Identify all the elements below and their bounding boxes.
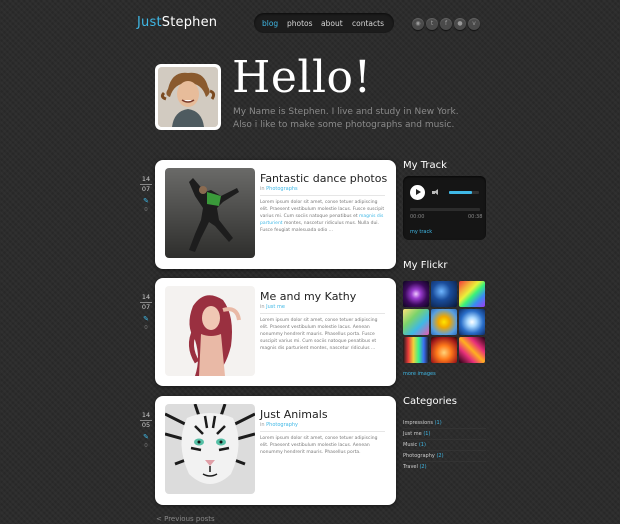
categories-heading: Categories bbox=[403, 396, 457, 407]
post-excerpt-text: Lorem ipsum dolor sit amet, conse tetuer… bbox=[260, 318, 378, 351]
volume-icon[interactable] bbox=[432, 189, 442, 196]
category-item-photography[interactable]: Photography (2) bbox=[403, 453, 444, 459]
post-divider bbox=[260, 195, 385, 196]
post-image-kathy[interactable] bbox=[165, 286, 255, 376]
track-time-current: 00:00 bbox=[410, 214, 425, 220]
category-name: Music bbox=[403, 442, 418, 448]
play-button[interactable] bbox=[410, 185, 425, 200]
more-images-link[interactable]: more images bbox=[403, 371, 436, 377]
nav-item-photos[interactable]: photos bbox=[287, 19, 313, 28]
post-category-link[interactable]: Just me bbox=[266, 304, 285, 310]
category-count: (1) bbox=[423, 431, 431, 437]
hero-intro-line-2: Also i like to make some photographs and… bbox=[233, 120, 455, 130]
category-divider bbox=[403, 461, 486, 462]
comments-icon[interactable]: ✎ bbox=[141, 315, 151, 323]
vimeo-icon[interactable]: v bbox=[468, 18, 480, 30]
my-flickr-heading: My Flickr bbox=[403, 260, 448, 271]
flickr-thumb-yellow-flower[interactable] bbox=[431, 309, 457, 335]
hero-intro-line-1: My Name is Stephen. I live and study in … bbox=[233, 107, 459, 117]
flickr-thumb-light-trails[interactable] bbox=[459, 337, 485, 363]
category-name: Photography bbox=[403, 453, 435, 459]
post-excerpt: Lorem ipsum dolor sit amet, conse tetuer… bbox=[260, 200, 385, 235]
category-count: (1) bbox=[418, 442, 426, 448]
main-nav: blog photos about contacts bbox=[254, 13, 394, 33]
category-item-impressions[interactable]: Impressions (1) bbox=[403, 420, 442, 426]
category-item-travel[interactable]: Travel (2) bbox=[403, 464, 427, 470]
seek-bar[interactable] bbox=[410, 208, 480, 211]
category-count: (2) bbox=[436, 453, 444, 459]
category-item-just-me[interactable]: Just me (1) bbox=[403, 431, 430, 437]
flickr-icon[interactable]: ● bbox=[454, 18, 466, 30]
post-category: in Photography bbox=[260, 422, 298, 428]
comments-count: 0 bbox=[144, 325, 148, 331]
comments-count: 0 bbox=[144, 207, 148, 213]
post-title[interactable]: Just Animals bbox=[260, 408, 328, 421]
nav-item-about[interactable]: about bbox=[321, 19, 343, 28]
post-card: Me and my Kathy in Just me Lorem ipsum d… bbox=[155, 278, 396, 386]
previous-posts-link[interactable]: < Previous posts bbox=[156, 515, 215, 523]
flickr-thumb-blue-swirl[interactable] bbox=[459, 309, 485, 335]
flickr-thumb-rainbow-wave[interactable] bbox=[403, 337, 429, 363]
post-divider bbox=[260, 431, 385, 432]
volume-level bbox=[449, 191, 472, 194]
post-title[interactable]: Fantastic dance photos bbox=[260, 172, 387, 185]
nav-item-blog[interactable]: blog bbox=[262, 19, 278, 28]
post-date-day: 14 bbox=[141, 175, 151, 183]
site-logo[interactable]: JustStephen bbox=[137, 15, 217, 30]
post-category: in Just me bbox=[260, 304, 285, 310]
post-divider bbox=[260, 313, 385, 314]
volume-slider[interactable] bbox=[449, 191, 479, 194]
logo-part-just: Just bbox=[137, 15, 162, 30]
post-excerpt: Lorem ipsum dolor sit amet, conse tetuer… bbox=[260, 436, 385, 457]
category-divider bbox=[403, 428, 486, 429]
category-count: (2) bbox=[419, 464, 427, 470]
category-item-music[interactable]: Music (1) bbox=[403, 442, 426, 448]
post-excerpt-text: Lorem ipsum dolor sit amet, conse tetuer… bbox=[260, 436, 378, 455]
category-name: Impressions bbox=[403, 420, 433, 426]
nav-item-contacts[interactable]: contacts bbox=[352, 19, 384, 28]
post-date-month: 05 bbox=[141, 421, 151, 430]
post-date-day: 14 bbox=[141, 293, 151, 301]
track-time-total: 00:38 bbox=[468, 214, 483, 220]
category-divider bbox=[403, 439, 486, 440]
my-track-heading: My Track bbox=[403, 160, 447, 171]
hero-title: Hello! bbox=[232, 52, 372, 103]
category-name: Travel bbox=[403, 464, 418, 470]
post-image-tiger[interactable] bbox=[165, 404, 255, 494]
post-date: 14 07 bbox=[140, 293, 152, 312]
comments-count: 0 bbox=[144, 443, 148, 449]
facebook-icon[interactable]: f bbox=[440, 18, 452, 30]
rss-icon[interactable]: ◉ bbox=[412, 18, 424, 30]
flickr-thumb-orange-glow[interactable] bbox=[431, 337, 457, 363]
post-category-link[interactable]: Photographs bbox=[266, 186, 298, 192]
post-title[interactable]: Me and my Kathy bbox=[260, 290, 356, 303]
comments-icon[interactable]: ✎ bbox=[141, 433, 151, 441]
flickr-thumb-blue-space[interactable] bbox=[431, 281, 457, 307]
audio-player: 00:00 00:38 my track bbox=[403, 176, 486, 240]
post-date: 14 07 bbox=[140, 175, 152, 194]
comments-icon[interactable]: ✎ bbox=[141, 197, 151, 205]
flickr-thumb-rainbow-rays[interactable] bbox=[459, 281, 485, 307]
post-date: 14 05 bbox=[140, 411, 152, 430]
category-name: Just me bbox=[403, 431, 422, 437]
post-date-day: 14 bbox=[141, 411, 151, 419]
author-avatar bbox=[155, 64, 221, 130]
post-date-month: 07 bbox=[141, 303, 151, 312]
post-image-dancer[interactable] bbox=[165, 168, 255, 258]
flickr-thumb-colorful-shapes[interactable] bbox=[403, 309, 429, 335]
track-name-link[interactable]: my track bbox=[410, 229, 432, 235]
post-card: Just Animals in Photography Lorem ipsum … bbox=[155, 396, 396, 505]
post-category: in Photographs bbox=[260, 186, 298, 192]
flickr-thumb-purple-burst[interactable] bbox=[403, 281, 429, 307]
category-divider bbox=[403, 450, 486, 451]
post-card: Fantastic dance photos in Photographs Lo… bbox=[155, 160, 396, 269]
post-date-month: 07 bbox=[141, 185, 151, 194]
category-count: (1) bbox=[434, 420, 442, 426]
post-excerpt: Lorem ipsum dolor sit amet, conse tetuer… bbox=[260, 318, 385, 353]
twitter-icon[interactable]: t bbox=[426, 18, 438, 30]
logo-part-stephen: Stephen bbox=[161, 15, 218, 30]
author-photo bbox=[158, 67, 218, 127]
post-category-link[interactable]: Photography bbox=[266, 422, 298, 428]
